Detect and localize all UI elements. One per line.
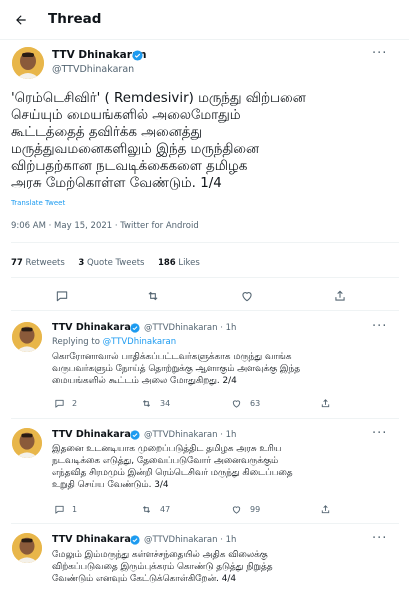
- more-options-icon[interactable]: ···: [372, 319, 387, 334]
- more-options-icon[interactable]: ···: [372, 426, 387, 441]
- like-icon[interactable]: [231, 504, 242, 515]
- tweet-text: 'ரெம்டெசிவிர்' ( Remdesivir) மருந்து விற…: [11, 91, 306, 191]
- engagement-stats: 77 Retweets 3 Quote Tweets 186 Likes: [11, 258, 200, 268]
- arrow-left-icon: [16, 15, 26, 25]
- author-name[interactable]: TTV Dhinakaran: [52, 429, 138, 440]
- divider: [11, 418, 399, 419]
- retweet-count[interactable]: 77: [11, 258, 23, 268]
- avatar[interactable]: [12, 322, 42, 352]
- reply-count: 2: [72, 399, 78, 408]
- divider: [11, 277, 399, 278]
- verified-badge-icon: [130, 535, 140, 545]
- tweet-timestamp[interactable]: 9:06 AM · May 15, 2021 · Twitter for And…: [11, 221, 199, 231]
- retweet-icon[interactable]: [141, 504, 152, 515]
- divider: [11, 523, 399, 524]
- avatar[interactable]: [12, 533, 42, 563]
- divider: [11, 242, 399, 243]
- thread-header: Thread: [0, 0, 409, 40]
- retweet-icon[interactable]: [146, 289, 160, 303]
- verified-badge-icon: [130, 323, 140, 333]
- reply-icon[interactable]: [55, 289, 69, 303]
- likes-label[interactable]: Likes: [178, 258, 199, 268]
- avatar-image: [12, 47, 44, 79]
- retweet-icon[interactable]: [141, 398, 152, 409]
- tweet-actions: [0, 285, 409, 307]
- reply-icon[interactable]: [54, 504, 65, 515]
- reply-icon[interactable]: [54, 398, 65, 409]
- retweet-count: 47: [160, 505, 171, 514]
- reply-text: கொரோனாவால் பாதிக்கப்பட்டவர்களுக்காக மருந…: [52, 352, 300, 386]
- verified-badge-icon: [130, 430, 140, 440]
- like-icon[interactable]: [240, 289, 254, 303]
- like-count[interactable]: 186: [158, 258, 176, 268]
- translate-tweet-link[interactable]: Translate Tweet: [11, 199, 65, 207]
- like-count: 99: [250, 505, 261, 514]
- quotes-label[interactable]: Quote Tweets: [87, 258, 145, 268]
- like-icon[interactable]: [231, 398, 242, 409]
- author-name[interactable]: TTV Dhinakaran: [52, 322, 138, 333]
- quote-count[interactable]: 3: [78, 258, 84, 268]
- more-options-icon[interactable]: ···: [372, 531, 387, 546]
- reply-count: 1: [72, 505, 78, 514]
- author-handle[interactable]: @TTVDhinakaran · 1h: [144, 430, 236, 440]
- share-icon[interactable]: [320, 398, 331, 409]
- like-count: 63: [250, 399, 261, 408]
- page-title: Thread: [48, 11, 102, 27]
- replying-prefix: Replying to: [52, 337, 100, 347]
- reply-text: மேலும் இம்மருந்து கள்ளச்சந்தையில் அதிக வ…: [52, 550, 273, 584]
- author-handle[interactable]: @TTVDhinakaran · 1h: [144, 323, 236, 333]
- avatar[interactable]: [12, 47, 44, 79]
- more-options-icon[interactable]: ···: [372, 46, 387, 61]
- share-icon[interactable]: [333, 289, 347, 303]
- retweets-label[interactable]: Retweets: [26, 258, 65, 268]
- avatar[interactable]: [12, 428, 42, 458]
- divider: [11, 310, 399, 311]
- back-button[interactable]: [10, 9, 32, 31]
- share-icon[interactable]: [320, 504, 331, 515]
- replying-to-link[interactable]: @TTVDhinakaran: [103, 337, 177, 347]
- author-handle[interactable]: @TTVDhinakaran: [52, 64, 134, 75]
- retweet-count: 34: [160, 399, 171, 408]
- reply-text: இதனை உடனடியாக முறைப்படுத்திட தமிழக அரசு …: [52, 444, 293, 490]
- replying-to: Replying to @TTVDhinakaran: [52, 337, 176, 347]
- verified-badge-icon: [132, 50, 143, 61]
- author-handle[interactable]: @TTVDhinakaran · 1h: [144, 535, 236, 545]
- author-name[interactable]: TTV Dhinakaran: [52, 534, 138, 545]
